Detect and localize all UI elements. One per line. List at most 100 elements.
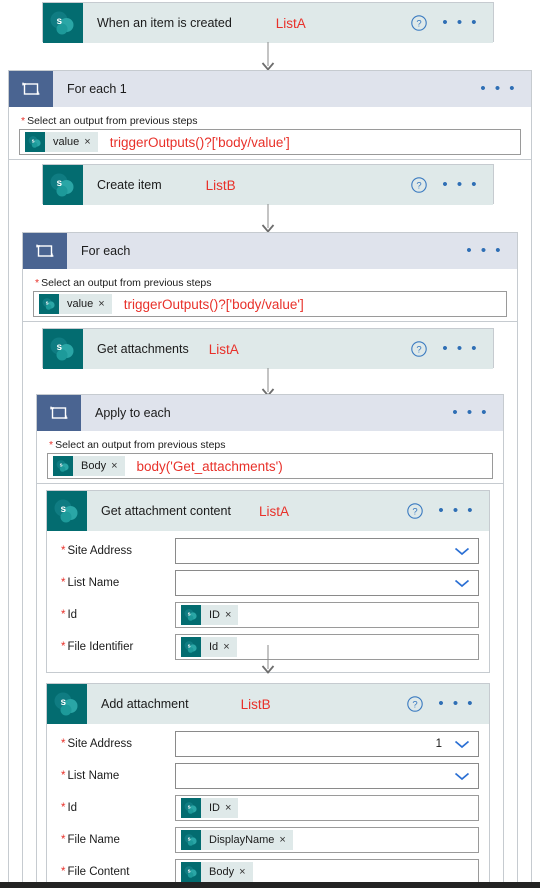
more-menu-icon[interactable]: • • •: [442, 15, 479, 30]
loop-rail-inner-left: [36, 484, 37, 882]
list-name-combobox[interactable]: [175, 570, 479, 596]
card-header[interactable]: s When an item is created ListA ? • • •: [43, 3, 493, 43]
expression-annotation: triggerOutputs()?['body/value']: [123, 296, 304, 312]
loop-repeat-icon: [23, 233, 67, 269]
file-name-input[interactable]: s DisplayName ×: [175, 827, 479, 853]
field-row: * Site Address: [57, 538, 479, 564]
chevron-down-icon[interactable]: [454, 579, 470, 588]
sharepoint-icon: s: [43, 3, 83, 43]
more-menu-icon[interactable]: • • •: [452, 405, 489, 420]
token-chip[interactable]: s ID ×: [181, 605, 239, 625]
select-output-label: * Select an output from previous steps: [35, 277, 212, 289]
close-icon[interactable]: ×: [98, 298, 104, 310]
sharepoint-icon: s: [39, 294, 59, 314]
loop-header[interactable]: Apply to each • • •: [37, 395, 503, 431]
token-label: ID: [209, 802, 220, 814]
connector-arrow: [46, 645, 490, 677]
get-attachments-card[interactable]: s Get attachments ListA ? • • •: [42, 328, 494, 369]
token-chip[interactable]: s Body ×: [53, 456, 125, 476]
help-circle-icon[interactable]: ?: [410, 340, 428, 358]
more-menu-icon[interactable]: • • •: [466, 243, 503, 258]
card-title: Get attachments: [97, 342, 189, 356]
more-menu-icon[interactable]: • • •: [480, 81, 517, 96]
create-item-card[interactable]: s Create item ListB ? • • •: [42, 164, 494, 205]
more-menu-icon[interactable]: • • •: [438, 503, 475, 518]
card-header[interactable]: s Get attachment content ListA ? • • •: [47, 491, 489, 531]
field-label: * Id: [61, 609, 78, 621]
token-label: Body: [209, 866, 235, 878]
svg-text:?: ?: [413, 507, 418, 518]
svg-text:s: s: [188, 837, 191, 843]
token-chip[interactable]: s value ×: [25, 132, 98, 152]
loop-rail-outer-left: [8, 160, 9, 882]
chevron-down-icon[interactable]: [454, 772, 470, 781]
loop-rail-mid-left: [22, 322, 23, 882]
close-icon[interactable]: ×: [111, 460, 117, 472]
chevron-down-icon[interactable]: [454, 740, 470, 749]
sharepoint-icon: s: [181, 862, 201, 882]
token-chip[interactable]: s ID ×: [181, 798, 239, 818]
id-input[interactable]: s ID ×: [175, 795, 479, 821]
more-menu-icon[interactable]: • • •: [442, 341, 479, 356]
close-icon[interactable]: ×: [84, 136, 90, 148]
sharepoint-icon: s: [47, 684, 87, 724]
for-each-1[interactable]: For each 1 • • • * Select an output from …: [8, 70, 532, 160]
token-chip[interactable]: s Body ×: [181, 862, 253, 882]
close-icon[interactable]: ×: [225, 609, 231, 621]
field-row: * List Name: [57, 763, 479, 789]
help-circle-icon[interactable]: ?: [410, 176, 428, 194]
chevron-down-icon[interactable]: [454, 547, 470, 556]
close-icon[interactable]: ×: [225, 802, 231, 814]
select-output-label: * Select an output from previous steps: [21, 115, 198, 127]
apply-to-each[interactable]: Apply to each • • • * Select an output fr…: [36, 394, 504, 484]
loop-body: * Select an output from previous steps s …: [9, 107, 531, 165]
loop-title: Apply to each: [95, 406, 171, 420]
sharepoint-icon: s: [181, 830, 201, 850]
field-row: * Site Address 1: [57, 731, 479, 757]
field-label: * File Content: [61, 866, 130, 878]
field-label: * Id: [61, 802, 78, 814]
more-menu-icon[interactable]: • • •: [442, 177, 479, 192]
select-output-input[interactable]: s Body × body('Get_attachments'): [47, 453, 493, 479]
token-label: Body: [81, 460, 107, 472]
field-row: * File Name s DisplayName ×: [57, 827, 479, 853]
field-label: * Site Address: [61, 738, 133, 750]
card-annotation: ListB: [205, 177, 236, 193]
required-asterisk: *: [35, 277, 40, 289]
token-label: DisplayName: [209, 834, 275, 846]
add-attachment-card[interactable]: s Add attachment ListB ? • • • * Site Add…: [46, 683, 490, 888]
svg-text:s: s: [188, 869, 191, 875]
help-circle-icon[interactable]: ?: [410, 14, 428, 32]
card-annotation: ListB: [240, 696, 271, 712]
select-output-input[interactable]: s value × triggerOutputs()?['body/value'…: [19, 129, 521, 155]
card-header[interactable]: s Get attachments ListA ? • • •: [43, 329, 493, 369]
loop-header[interactable]: For each 1 • • •: [9, 71, 531, 107]
svg-text:s: s: [46, 301, 49, 307]
svg-text:?: ?: [417, 345, 422, 356]
site-address-combobox[interactable]: [175, 538, 479, 564]
token-label: value: [67, 298, 94, 310]
for-each-2[interactable]: For each • • • * Select an output from pr…: [22, 232, 518, 322]
list-name-combobox[interactable]: [175, 763, 479, 789]
select-output-label: * Select an output from previous steps: [49, 439, 226, 451]
token-chip[interactable]: s value ×: [39, 294, 112, 314]
close-icon[interactable]: ×: [239, 866, 245, 878]
card-header[interactable]: s Create item ListB ? • • •: [43, 165, 493, 205]
more-menu-icon[interactable]: • • •: [438, 696, 475, 711]
token-chip[interactable]: s DisplayName ×: [181, 830, 293, 850]
help-circle-icon[interactable]: ?: [406, 695, 424, 713]
svg-text:?: ?: [413, 700, 418, 711]
card-header[interactable]: s Add attachment ListB ? • • •: [47, 684, 489, 724]
loop-header[interactable]: For each • • •: [23, 233, 517, 269]
loop-rail-inner-right: [503, 484, 504, 882]
trigger-card[interactable]: s When an item is created ListA ? • • •: [42, 2, 494, 43]
help-circle-icon[interactable]: ?: [406, 502, 424, 520]
close-icon[interactable]: ×: [279, 834, 285, 846]
svg-text:s: s: [60, 463, 63, 469]
sharepoint-icon: s: [181, 798, 201, 818]
site-address-combobox[interactable]: 1: [175, 731, 479, 757]
loop-repeat-icon: [37, 395, 81, 431]
token-label: ID: [209, 609, 220, 621]
id-input[interactable]: s ID ×: [175, 602, 479, 628]
select-output-input[interactable]: s value × triggerOutputs()?['body/value'…: [33, 291, 507, 317]
